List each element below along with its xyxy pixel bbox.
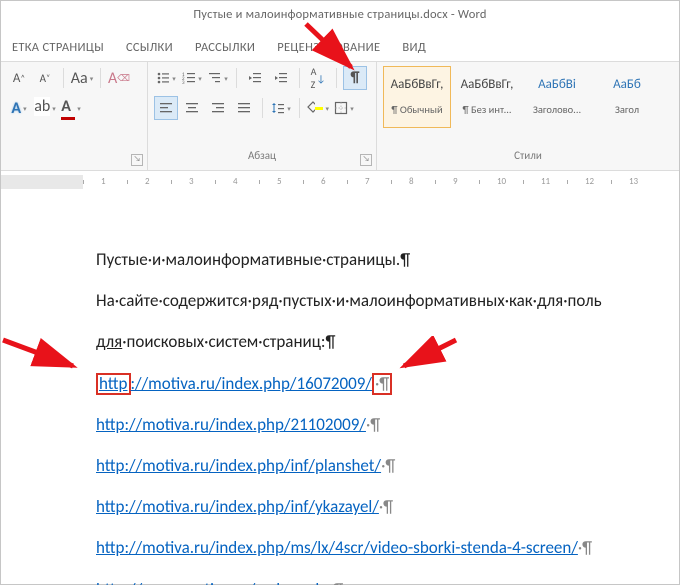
tab-page-layout[interactable]: ЕТКА СТРАНИЦЫ bbox=[1, 34, 115, 61]
increase-indent-button[interactable] bbox=[269, 66, 293, 90]
doc-paragraph[interactable]: На·сайте·содержится·ряд·пустых·и·малоинф… bbox=[96, 287, 679, 314]
align-center-button[interactable] bbox=[180, 96, 204, 120]
hyperlink[interactable]: http://motiva.ru/index.php/inf/planshet/ bbox=[96, 455, 381, 476]
decrease-indent-button[interactable] bbox=[243, 66, 267, 90]
doc-paragraph[interactable]: для·поисковых·систем·страниц:¶ bbox=[96, 328, 679, 355]
sort-button[interactable]: AZ↓ bbox=[306, 66, 330, 90]
paragraph-group-label: Абзац bbox=[248, 149, 276, 162]
paragraph-dialog-launcher[interactable]: ↘ bbox=[360, 154, 372, 166]
numbering-button[interactable]: 123▾ bbox=[180, 66, 204, 90]
hyperlink[interactable]: http://motiva.ru/index.php/ms/lx/4scr/vi… bbox=[96, 537, 578, 558]
tab-mailings[interactable]: РАССЫЛКИ bbox=[184, 34, 266, 61]
ribbon-tabs: ЕТКА СТРАНИЦЫ ССЫЛКИ РАССЫЛКИ РЕЦЕНЗИРОВ… bbox=[1, 33, 679, 61]
tab-review[interactable]: РЕЦЕНЗИРОВАНИЕ bbox=[266, 34, 391, 61]
shrink-font-button[interactable]: A˅ bbox=[33, 66, 57, 90]
hyperlink[interactable]: ://motiva.ru/index.php/16072009/ bbox=[131, 373, 372, 394]
justify-button[interactable] bbox=[232, 96, 256, 120]
font-dialog-launcher[interactable]: ↘ bbox=[131, 154, 143, 166]
styles-group-label: Стили bbox=[514, 149, 542, 162]
clear-formatting-button[interactable]: A⌫ bbox=[107, 66, 131, 90]
tab-references[interactable]: ССЫЛКИ bbox=[115, 34, 184, 61]
window-title: Пустые и малоинформативные страницы.docx… bbox=[1, 1, 679, 33]
doc-paragraph[interactable]: http://motiva.ru/index.php/ms/lx/4scr/vi… bbox=[96, 534, 679, 561]
doc-paragraph[interactable]: http://motiva.ru/index.php/16072009/·¶ bbox=[96, 370, 679, 397]
group-styles: АаБбВвГг,¶ ОбычныйАаБбВвГг,¶ Без инт...А… bbox=[377, 62, 679, 170]
grow-font-button[interactable]: A˄ bbox=[7, 66, 31, 90]
show-hide-paragraph-button[interactable]: ¶ bbox=[343, 66, 367, 90]
group-font-partial: A˄ A˅ Aa▾ A⌫ A▾ ab▾ A▾ ↘ bbox=[1, 62, 148, 170]
hyperlink[interactable]: http bbox=[99, 373, 128, 394]
doc-paragraph[interactable]: http://motiva.ru/index.php/inf/ykazayel/… bbox=[96, 493, 679, 520]
align-right-button[interactable] bbox=[206, 96, 230, 120]
shading-button[interactable]: ▾ bbox=[306, 96, 330, 120]
hyperlink[interactable]: http://motiva.ru/index.php/inf/ykazayel/ bbox=[96, 496, 379, 517]
doc-paragraph[interactable]: Пустые·и·малоинформативные·страницы.¶ bbox=[96, 246, 679, 273]
align-left-button[interactable] bbox=[154, 96, 178, 120]
bullets-button[interactable]: ▾ bbox=[154, 66, 178, 90]
hyperlink[interactable]: http://motiva.ru/index.php/21102009/ bbox=[96, 414, 366, 435]
doc-paragraph[interactable]: http://www.motiva.ru/xmlrpc.php¶ bbox=[96, 576, 679, 585]
style-2[interactable]: АаБбВіЗаголово... bbox=[523, 66, 591, 128]
document-body[interactable]: Пустые·и·малоинформативные·страницы.¶ На… bbox=[1, 186, 679, 584]
multilevel-list-button[interactable]: ▾ bbox=[206, 66, 230, 90]
change-case-button[interactable]: Aa▾ bbox=[70, 66, 94, 90]
highlight-color-button[interactable]: ab▾ bbox=[33, 96, 57, 120]
font-color-button[interactable]: A▾ bbox=[59, 96, 83, 120]
style-1[interactable]: АаБбВвГг,¶ Без инт... bbox=[453, 66, 521, 128]
ribbon: A˄ A˅ Aa▾ A⌫ A▾ ab▾ A▾ ↘ ▾ 123▾ ▾ bbox=[1, 61, 679, 171]
borders-button[interactable]: ▾ bbox=[332, 96, 356, 120]
text-effects-button[interactable]: A▾ bbox=[7, 96, 31, 120]
style-3[interactable]: АаБбЗагол bbox=[593, 66, 661, 128]
doc-paragraph[interactable]: http://motiva.ru/index.php/inf/planshet/… bbox=[96, 452, 679, 479]
line-spacing-button[interactable]: ▾ bbox=[269, 96, 293, 120]
svg-text:3: 3 bbox=[182, 80, 185, 85]
hyperlink[interactable]: http://www.motiva.ru/xmlrpc.php bbox=[96, 579, 333, 585]
style-0[interactable]: АаБбВвГг,¶ Обычный bbox=[383, 66, 451, 128]
group-paragraph: ▾ 123▾ ▾ AZ↓ ¶ ▾ ▾ ▾ bbox=[148, 62, 377, 170]
doc-paragraph[interactable]: http://motiva.ru/index.php/21102009/·¶ bbox=[96, 411, 679, 438]
tab-view[interactable]: ВИД bbox=[391, 34, 437, 61]
